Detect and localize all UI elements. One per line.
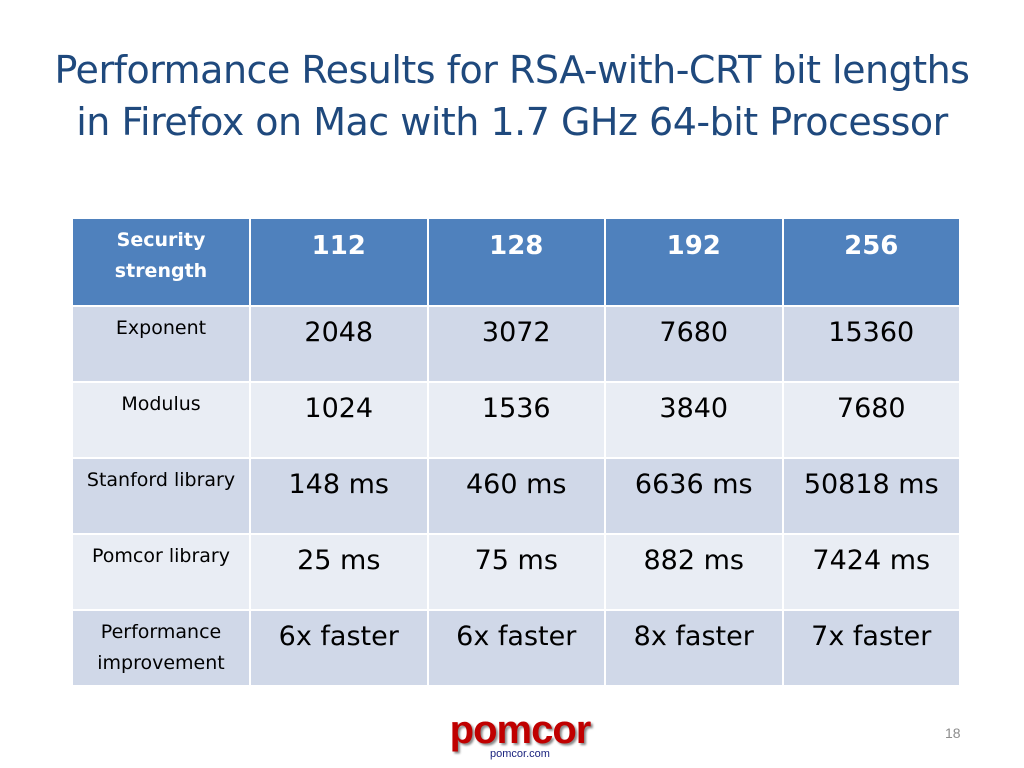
row-label: Performance improvement <box>71 609 251 687</box>
results-table: Security strength 112 128 192 256 Expone… <box>71 217 961 687</box>
row-label: Stanford library <box>71 457 251 535</box>
slide-title: Performance Results for RSA-with-CRT bit… <box>0 44 1024 148</box>
table-cell: 8x faster <box>604 609 784 687</box>
table-cell: 15360 <box>781 305 961 383</box>
title-line-2: in Firefox on Mac with 1.7 GHz 64-bit Pr… <box>76 100 948 144</box>
table-cell: 1536 <box>426 381 606 459</box>
table-cell: 75 ms <box>426 533 606 611</box>
header-label: Security strength <box>71 217 251 307</box>
table-row: Stanford library 148 ms 460 ms 6636 ms 5… <box>71 457 961 535</box>
table-cell: 6636 ms <box>604 457 784 535</box>
table-row: Pomcor library 25 ms 75 ms 882 ms 7424 m… <box>71 533 961 611</box>
table-cell: 25 ms <box>249 533 429 611</box>
header-cell: 192 <box>604 217 784 307</box>
table-cell: 148 ms <box>249 457 429 535</box>
table-cell: 3072 <box>426 305 606 383</box>
header-cell: 256 <box>781 217 961 307</box>
pomcor-logo: pomcor pomcor.com <box>449 708 592 760</box>
row-label: Exponent <box>71 305 251 383</box>
table-cell: 882 ms <box>604 533 784 611</box>
table-cell: 460 ms <box>426 457 606 535</box>
title-line-1: Performance Results for RSA-with-CRT bit… <box>54 48 970 92</box>
header-cell: 128 <box>426 217 606 307</box>
row-label: Modulus <box>71 381 251 459</box>
table-cell: 7x faster <box>781 609 961 687</box>
table-cell: 6x faster <box>249 609 429 687</box>
table-row: Performance improvement 6x faster 6x fas… <box>71 609 961 687</box>
header-row: Security strength 112 128 192 256 <box>71 217 961 307</box>
table-cell: 6x faster <box>426 609 606 687</box>
table-cell: 3840 <box>604 381 784 459</box>
table-cell: 7680 <box>781 381 961 459</box>
logo-wordmark: pomcor <box>449 708 592 752</box>
table-cell: 7424 ms <box>781 533 961 611</box>
table-row: Exponent 2048 3072 7680 15360 <box>71 305 961 383</box>
table-row: Modulus 1024 1536 3840 7680 <box>71 381 961 459</box>
table-cell: 1024 <box>249 381 429 459</box>
page-number: 18 <box>945 725 961 741</box>
header-cell: 112 <box>249 217 429 307</box>
row-label: Pomcor library <box>71 533 251 611</box>
table-cell: 50818 ms <box>781 457 961 535</box>
table-cell: 7680 <box>604 305 784 383</box>
table-cell: 2048 <box>249 305 429 383</box>
